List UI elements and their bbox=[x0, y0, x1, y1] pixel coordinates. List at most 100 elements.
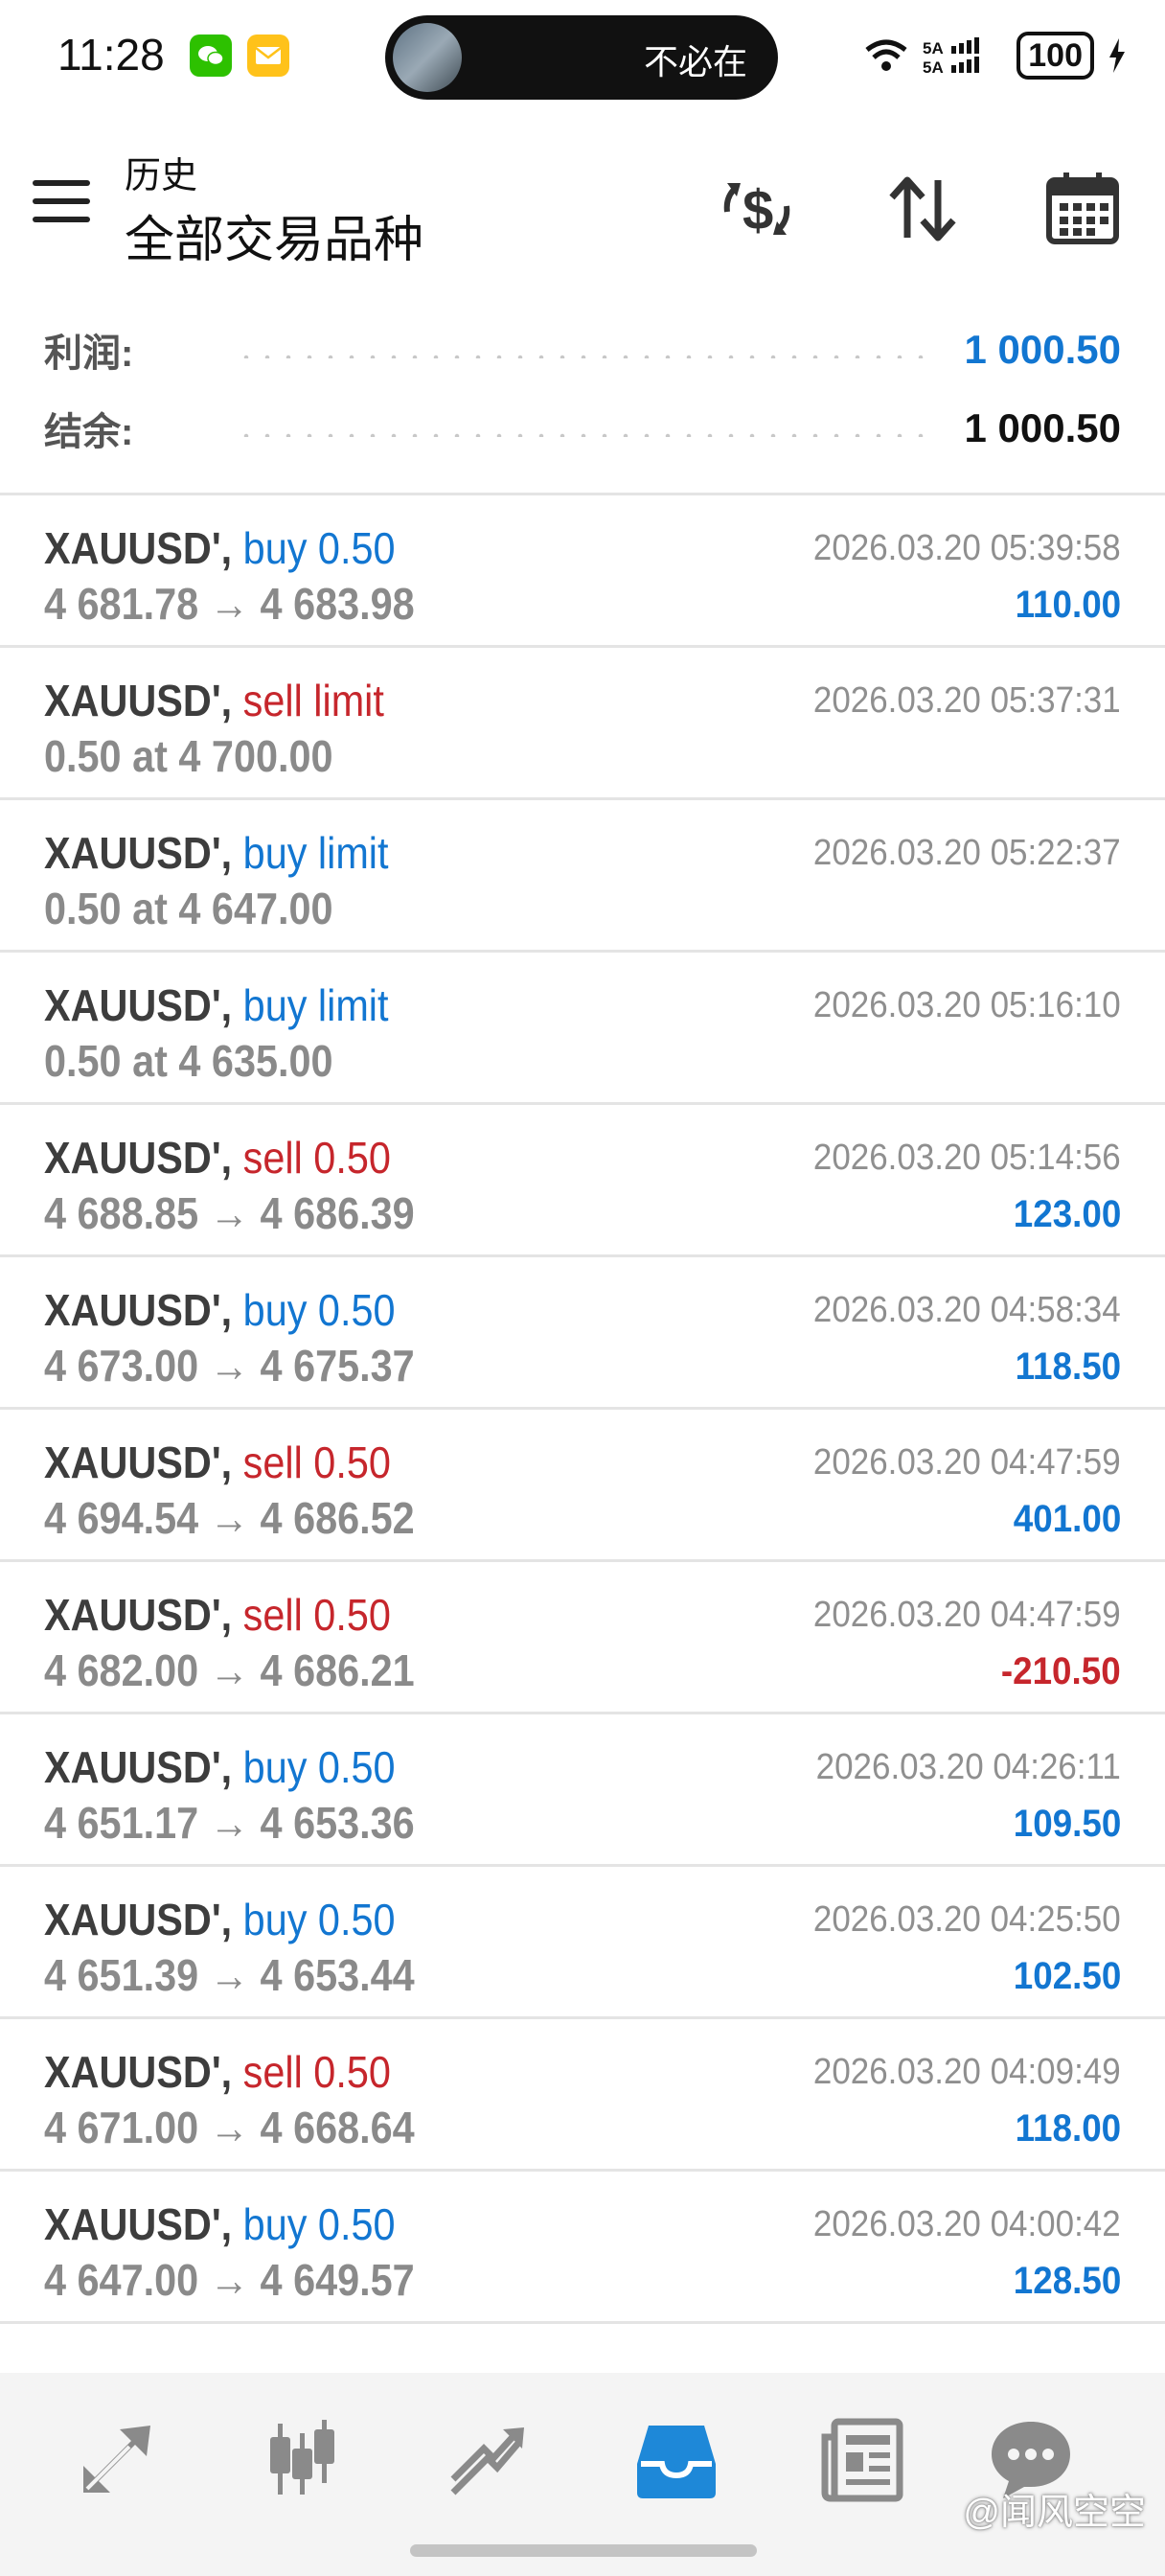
chart-icon bbox=[270, 2420, 334, 2495]
trade-row[interactable]: XAUUSD', buy 0.50 4 651.39 → 4 653.44 2026… bbox=[0, 1867, 1165, 2019]
trade-row[interactable]: XAUUSD', buy 0.50 4 681.78 → 4 683.98 2026… bbox=[0, 495, 1165, 648]
trade-profit: 102.50 bbox=[1013, 1955, 1121, 1997]
trade-time: 2026.03.20 05:16:10 bbox=[813, 985, 1121, 1025]
status-bar: 11:28 不必在 5A 5A 100 bbox=[0, 0, 1165, 113]
trade-symbol: XAUUSD', bbox=[44, 1590, 233, 1640]
trade-header: XAUUSD', sell 0.50 bbox=[44, 1589, 391, 1641]
trade-side: buy 0.50 bbox=[242, 1285, 396, 1335]
trade-symbol: XAUUSD', bbox=[44, 523, 233, 573]
home-indicator[interactable] bbox=[410, 2544, 757, 2557]
account-summary: 利润: 1 000.50 结余: 1 000.50 bbox=[0, 316, 1165, 489]
nav-history[interactable] bbox=[628, 2411, 724, 2507]
trade-symbol: XAUUSD', bbox=[44, 980, 233, 1030]
trade-time: 2026.03.20 04:47:59 bbox=[813, 1442, 1121, 1483]
trade-time: 2026.03.20 05:37:31 bbox=[813, 680, 1121, 721]
dotted-leader bbox=[236, 355, 936, 358]
trade-header: XAUUSD', sell 0.50 bbox=[44, 2046, 391, 2098]
quotes-icon bbox=[83, 2426, 150, 2493]
trade-header: XAUUSD', buy 0.50 bbox=[44, 1741, 396, 1793]
trade-symbol: XAUUSD', bbox=[44, 828, 233, 878]
trade-profit: -210.50 bbox=[1001, 1650, 1121, 1692]
trade-profit: 110.00 bbox=[1015, 584, 1121, 626]
trade-history-list: XAUUSD', buy 0.50 4 681.78 → 4 683.98 2026… bbox=[0, 493, 1165, 2324]
trade-side: buy 0.50 bbox=[242, 1895, 396, 1944]
trade-prices: 4 651.39 → 4 653.44 bbox=[44, 1950, 415, 2000]
trade-side: sell 0.50 bbox=[242, 1590, 391, 1640]
svg-text:5A: 5A bbox=[923, 58, 944, 75]
calendar-icon[interactable] bbox=[1039, 166, 1126, 252]
page-title[interactable]: 全部交易品种 bbox=[125, 199, 423, 271]
trade-row[interactable]: XAUUSD', sell limit 0.50 at 4 700.00 2026.… bbox=[0, 648, 1165, 800]
trade-side: buy 0.50 bbox=[242, 2199, 396, 2249]
trade-row[interactable]: XAUUSD', buy 0.50 4 651.17 → 4 653.36 2026… bbox=[0, 1714, 1165, 1867]
trade-symbol: XAUUSD', bbox=[44, 1742, 233, 1792]
trade-profit: 401.00 bbox=[1013, 1498, 1121, 1540]
trade-side: sell 0.50 bbox=[242, 1133, 391, 1183]
trade-symbol: XAUUSD', bbox=[44, 1133, 233, 1183]
nav-chart[interactable] bbox=[254, 2411, 350, 2507]
nav-news[interactable] bbox=[814, 2411, 910, 2507]
trade-row[interactable]: XAUUSD', buy limit 0.50 at 4 647.00 2026.0… bbox=[0, 800, 1165, 953]
trade-time: 2026.03.20 05:39:58 bbox=[813, 528, 1121, 568]
trade-header: XAUUSD', sell 0.50 bbox=[44, 1132, 391, 1184]
nav-trade[interactable] bbox=[439, 2411, 535, 2507]
balance-label: 结余: bbox=[44, 411, 134, 453]
trade-side: buy limit bbox=[242, 980, 389, 1030]
trade-profit: 118.50 bbox=[1015, 1346, 1121, 1388]
trade-row[interactable]: XAUUSD', buy 0.50 4 673.00 → 4 675.37 2026… bbox=[0, 1257, 1165, 1410]
trade-prices: 0.50 at 4 635.00 bbox=[44, 1036, 333, 1086]
nav-quotes[interactable] bbox=[69, 2411, 165, 2507]
news-icon bbox=[821, 2418, 903, 2502]
trade-icon bbox=[450, 2427, 524, 2496]
trade-header: XAUUSD', sell limit bbox=[44, 675, 384, 726]
trade-row[interactable]: XAUUSD', buy limit 0.50 at 4 635.00 2026.0… bbox=[0, 953, 1165, 1105]
currency-exchange-icon[interactable]: $ bbox=[714, 166, 800, 252]
trade-row[interactable]: XAUUSD', sell 0.50 4 694.54 → 4 686.52 202… bbox=[0, 1410, 1165, 1562]
dotted-leader bbox=[236, 433, 936, 437]
trade-side: sell 0.50 bbox=[242, 2047, 391, 2097]
trade-side: buy 0.50 bbox=[242, 523, 396, 573]
trade-prices: 4 671.00 → 4 668.64 bbox=[44, 2103, 415, 2152]
trade-side: sell limit bbox=[242, 676, 384, 725]
trade-prices: 0.50 at 4 647.00 bbox=[44, 884, 333, 933]
trade-side: buy 0.50 bbox=[242, 1742, 396, 1792]
now-playing-text: 不必在 bbox=[643, 42, 747, 81]
album-art-thumbnail bbox=[393, 23, 462, 92]
dynamic-island-music[interactable]: 不必在 bbox=[385, 15, 778, 100]
trade-symbol: XAUUSD', bbox=[44, 1438, 233, 1487]
menu-button[interactable] bbox=[33, 180, 92, 226]
trade-symbol: XAUUSD', bbox=[44, 2047, 233, 2097]
trade-symbol: XAUUSD', bbox=[44, 2199, 233, 2249]
trade-header: XAUUSD', buy limit bbox=[44, 827, 389, 879]
signal-icon: 5A5A bbox=[923, 37, 980, 75]
trade-header: XAUUSD', buy 0.50 bbox=[44, 1284, 396, 1336]
trade-prices: 4 688.85 → 4 686.39 bbox=[44, 1188, 415, 1238]
trade-header: XAUUSD', buy 0.50 bbox=[44, 2198, 396, 2250]
trade-row[interactable]: XAUUSD', sell 0.50 4 682.00 → 4 686.21 202… bbox=[0, 1562, 1165, 1714]
trade-header: XAUUSD', sell 0.50 bbox=[44, 1437, 391, 1488]
trade-time: 2026.03.20 05:22:37 bbox=[813, 833, 1121, 873]
trade-time: 2026.03.20 04:47:59 bbox=[813, 1595, 1121, 1635]
trade-row[interactable]: XAUUSD', buy 0.50 4 647.00 → 4 649.57 2026… bbox=[0, 2172, 1165, 2324]
trade-time: 2026.03.20 04:26:11 bbox=[815, 1747, 1121, 1787]
status-icons: 5A 5A 100 bbox=[863, 29, 1127, 82]
trade-prices: 0.50 at 4 700.00 bbox=[44, 731, 333, 781]
trade-header: XAUUSD', buy 0.50 bbox=[44, 1894, 396, 1945]
trade-prices: 4 694.54 → 4 686.52 bbox=[44, 1493, 415, 1543]
page-subtitle: 历史 bbox=[125, 156, 198, 196]
trade-profit: 109.50 bbox=[1013, 1803, 1121, 1845]
battery-indicator: 100 bbox=[1017, 32, 1094, 80]
sort-icon[interactable] bbox=[879, 166, 966, 252]
trade-prices: 4 647.00 → 4 649.57 bbox=[44, 2255, 415, 2305]
trade-symbol: XAUUSD', bbox=[44, 1285, 233, 1335]
trade-time: 2026.03.20 04:25:50 bbox=[813, 1899, 1121, 1940]
trade-header: XAUUSD', buy limit bbox=[44, 979, 389, 1031]
profit-label: 利润: bbox=[44, 333, 134, 375]
wechat-notification-icon bbox=[190, 34, 232, 77]
mail-notification-icon bbox=[247, 34, 289, 77]
svg-text:5A: 5A bbox=[923, 39, 944, 58]
trade-row[interactable]: XAUUSD', sell 0.50 4 671.00 → 4 668.64 202… bbox=[0, 2019, 1165, 2172]
trade-prices: 4 651.17 → 4 653.36 bbox=[44, 1798, 415, 1848]
trade-profit: 123.00 bbox=[1013, 1193, 1121, 1235]
trade-row[interactable]: XAUUSD', sell 0.50 4 688.85 → 4 686.39 202… bbox=[0, 1105, 1165, 1257]
